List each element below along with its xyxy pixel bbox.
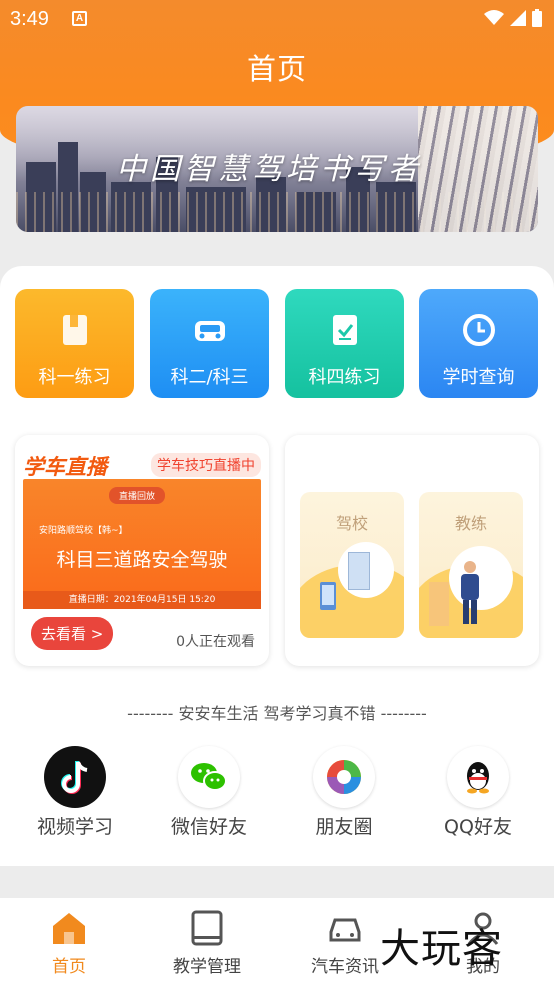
status-icons: [484, 9, 542, 27]
tile-subject-two-three[interactable]: 科二/科三: [150, 289, 269, 398]
tab-label: 教学管理: [173, 957, 241, 977]
live-card[interactable]: 学车直播 学车技巧直播中 直播回放 安阳路顺驾校【韩~】 科目三道路安全驾驶 直…: [15, 435, 269, 666]
battery-icon: [532, 9, 542, 27]
share-label: QQ好友: [444, 816, 512, 838]
phone-icon: [320, 582, 336, 610]
building-icon: [429, 582, 449, 626]
live-tag: 学车直播: [23, 455, 107, 479]
tile-label: 科二/科三: [170, 367, 249, 388]
poster-date: 直播日期：2021年04月15日 15:20: [23, 591, 261, 609]
car-icon: [194, 321, 225, 341]
watch-button[interactable]: 去看看 >: [31, 617, 114, 650]
wechat-icon: [178, 746, 240, 808]
banner-slogan: 中国智慧驾培书写者: [116, 152, 422, 187]
home-icon: [49, 908, 89, 948]
tab-home[interactable]: 首页: [14, 908, 124, 977]
share-label: 朋友圈: [315, 816, 373, 838]
checklist-icon: [332, 315, 357, 345]
tile-label: 学时查询: [442, 367, 515, 388]
page-title: 首页: [246, 52, 307, 86]
status-bar: 3:49 A: [0, 0, 554, 38]
signal-icon: [510, 10, 526, 26]
tab-teaching[interactable]: 教学管理: [152, 908, 262, 977]
school-coach-card: 驾校 教练: [285, 435, 539, 666]
live-badge: 学车技巧直播中: [151, 453, 261, 477]
tab-label: 首页: [52, 957, 86, 977]
coach-label: 教练: [454, 514, 487, 533]
building-icon: [348, 552, 370, 590]
tile-label: 科四练习: [308, 367, 381, 388]
status-time: 3:49: [10, 8, 49, 30]
share-label: 微信好友: [170, 816, 247, 838]
banner[interactable]: 中国智慧驾培书写者: [16, 106, 538, 232]
poster-school: 安阳路顺驾校【韩~】: [39, 526, 128, 536]
car-news-icon: [325, 908, 365, 948]
tile-subject-four[interactable]: 科四练习: [285, 289, 404, 398]
tiktok-icon: [44, 746, 106, 808]
share-label: 视频学习: [36, 816, 113, 838]
share-video-study[interactable]: 视频学习: [20, 746, 130, 839]
moments-icon: [313, 746, 375, 808]
notebook-icon: [187, 908, 227, 948]
tile-label: 科一练习: [38, 367, 111, 388]
share-slogan: -------- 安安车生活 驾考学习真不错 --------: [127, 704, 427, 723]
clock-icon: [462, 314, 495, 346]
replay-pill: 直播回放: [109, 487, 166, 504]
watcher-count: 0人正在观看: [176, 634, 255, 650]
poster-subject: 科目三道路安全驾驶: [56, 549, 228, 571]
share-qq-friend[interactable]: QQ好友: [423, 746, 533, 839]
notification-icon: A: [72, 11, 87, 26]
share-wechat-friend[interactable]: 微信好友: [154, 746, 264, 839]
watermark: 大玩客: [380, 926, 503, 972]
wifi-icon: [484, 10, 504, 25]
driving-school-label: 驾校: [335, 514, 368, 533]
coach-figure-icon: [461, 561, 479, 624]
coach-card[interactable]: 教练: [419, 492, 523, 638]
tile-subject-one[interactable]: 科一练习: [15, 289, 134, 398]
live-poster[interactable]: 直播回放 安阳路顺驾校【韩~】 科目三道路安全驾驶 直播日期：2021年04月1…: [23, 479, 261, 609]
book-icon: [62, 315, 87, 345]
share-moments[interactable]: 朋友圈: [289, 746, 399, 839]
tile-study-hours[interactable]: 学时查询: [419, 289, 538, 398]
driving-school-card[interactable]: 驾校: [300, 492, 404, 638]
qq-icon: [447, 746, 509, 808]
